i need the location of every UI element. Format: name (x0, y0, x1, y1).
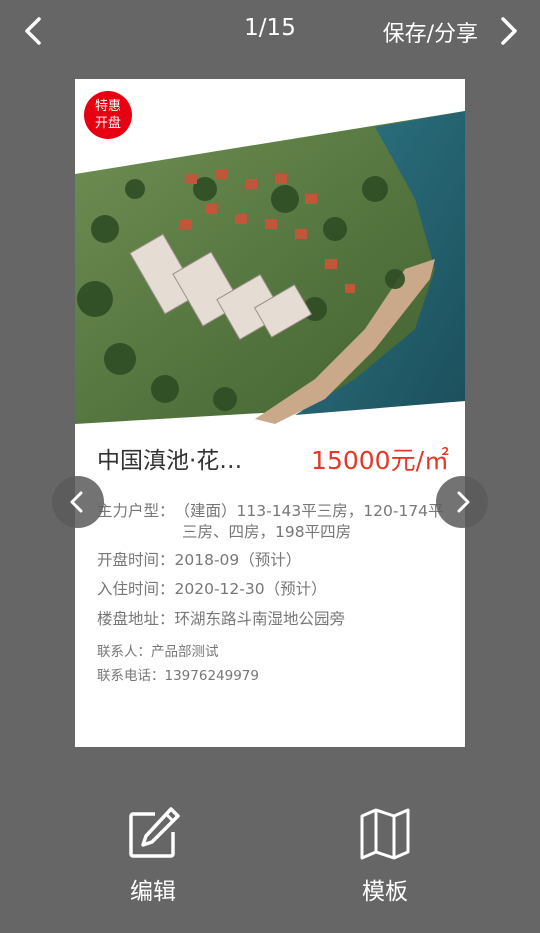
edit-button[interactable]: 编辑 (98, 806, 208, 906)
open-time-row: 开盘时间：2018-09（预计） (97, 548, 301, 570)
address-row: 楼盘地址：环湖东路斗南湿地公园旁 (97, 607, 345, 629)
chevron-left-icon (25, 17, 41, 45)
address-label: 楼盘地址： (97, 610, 175, 628)
prev-template-button[interactable] (52, 476, 104, 528)
badge-line1: 特惠 (94, 99, 121, 114)
phone-row: 联系电话：13976249979 (97, 664, 259, 684)
chevron-left-icon (70, 491, 83, 513)
property-title: 中国滇池·花… (97, 448, 243, 474)
map-icon (360, 808, 410, 860)
back-button[interactable] (18, 14, 52, 48)
badge-line2: 开盘 (94, 116, 121, 131)
poster-card[interactable]: 特惠开盘 中国滇池·花… 15000元/㎡ 主力户型：（建面）113-143平三… (75, 79, 465, 747)
house-type-value: （建面）113-143平三房，120-174平 (174, 502, 444, 520)
next-template-button[interactable] (436, 476, 488, 528)
chevron-right-icon (501, 17, 517, 45)
phone-label: 联系电话： (97, 668, 165, 684)
contact-row: 联系人：产品部测试 (97, 640, 219, 660)
house-type-value-line2: 三房、四房，198平四房 (182, 523, 352, 541)
address-value: 环湖东路斗南湿地公园旁 (174, 610, 346, 628)
promo-badge: 特惠 开盘 (84, 91, 132, 139)
template-label: 模板 (362, 879, 408, 905)
move-in-label: 入住时间： (97, 580, 175, 598)
edit-icon (129, 807, 180, 858)
phone-value: 13976249979 (164, 668, 259, 684)
save-share-button[interactable]: 保存/分享 (383, 16, 478, 48)
next-button[interactable] (490, 14, 524, 48)
house-type-row: 主力户型：（建面）113-143平三房，120-174平 (97, 499, 444, 521)
property-aerial-image (75, 111, 465, 424)
template-button[interactable]: 模板 (330, 806, 440, 906)
open-time-label: 开盘时间： (97, 551, 175, 569)
chevron-right-icon (457, 491, 470, 513)
house-type-label: 主力户型： (97, 502, 175, 520)
contact-label: 联系人： (97, 644, 151, 660)
property-price: 15000元/㎡ (311, 446, 449, 475)
open-time-value: 2018-09（预计） (174, 551, 302, 569)
top-bar: 1/15 保存/分享 (0, 0, 540, 62)
contact-value: 产品部测试 (151, 644, 219, 660)
move-in-value: 2020-12-30（预计） (174, 580, 327, 598)
edit-label: 编辑 (130, 879, 176, 905)
move-in-row: 入住时间：2020-12-30（预计） (97, 577, 327, 599)
